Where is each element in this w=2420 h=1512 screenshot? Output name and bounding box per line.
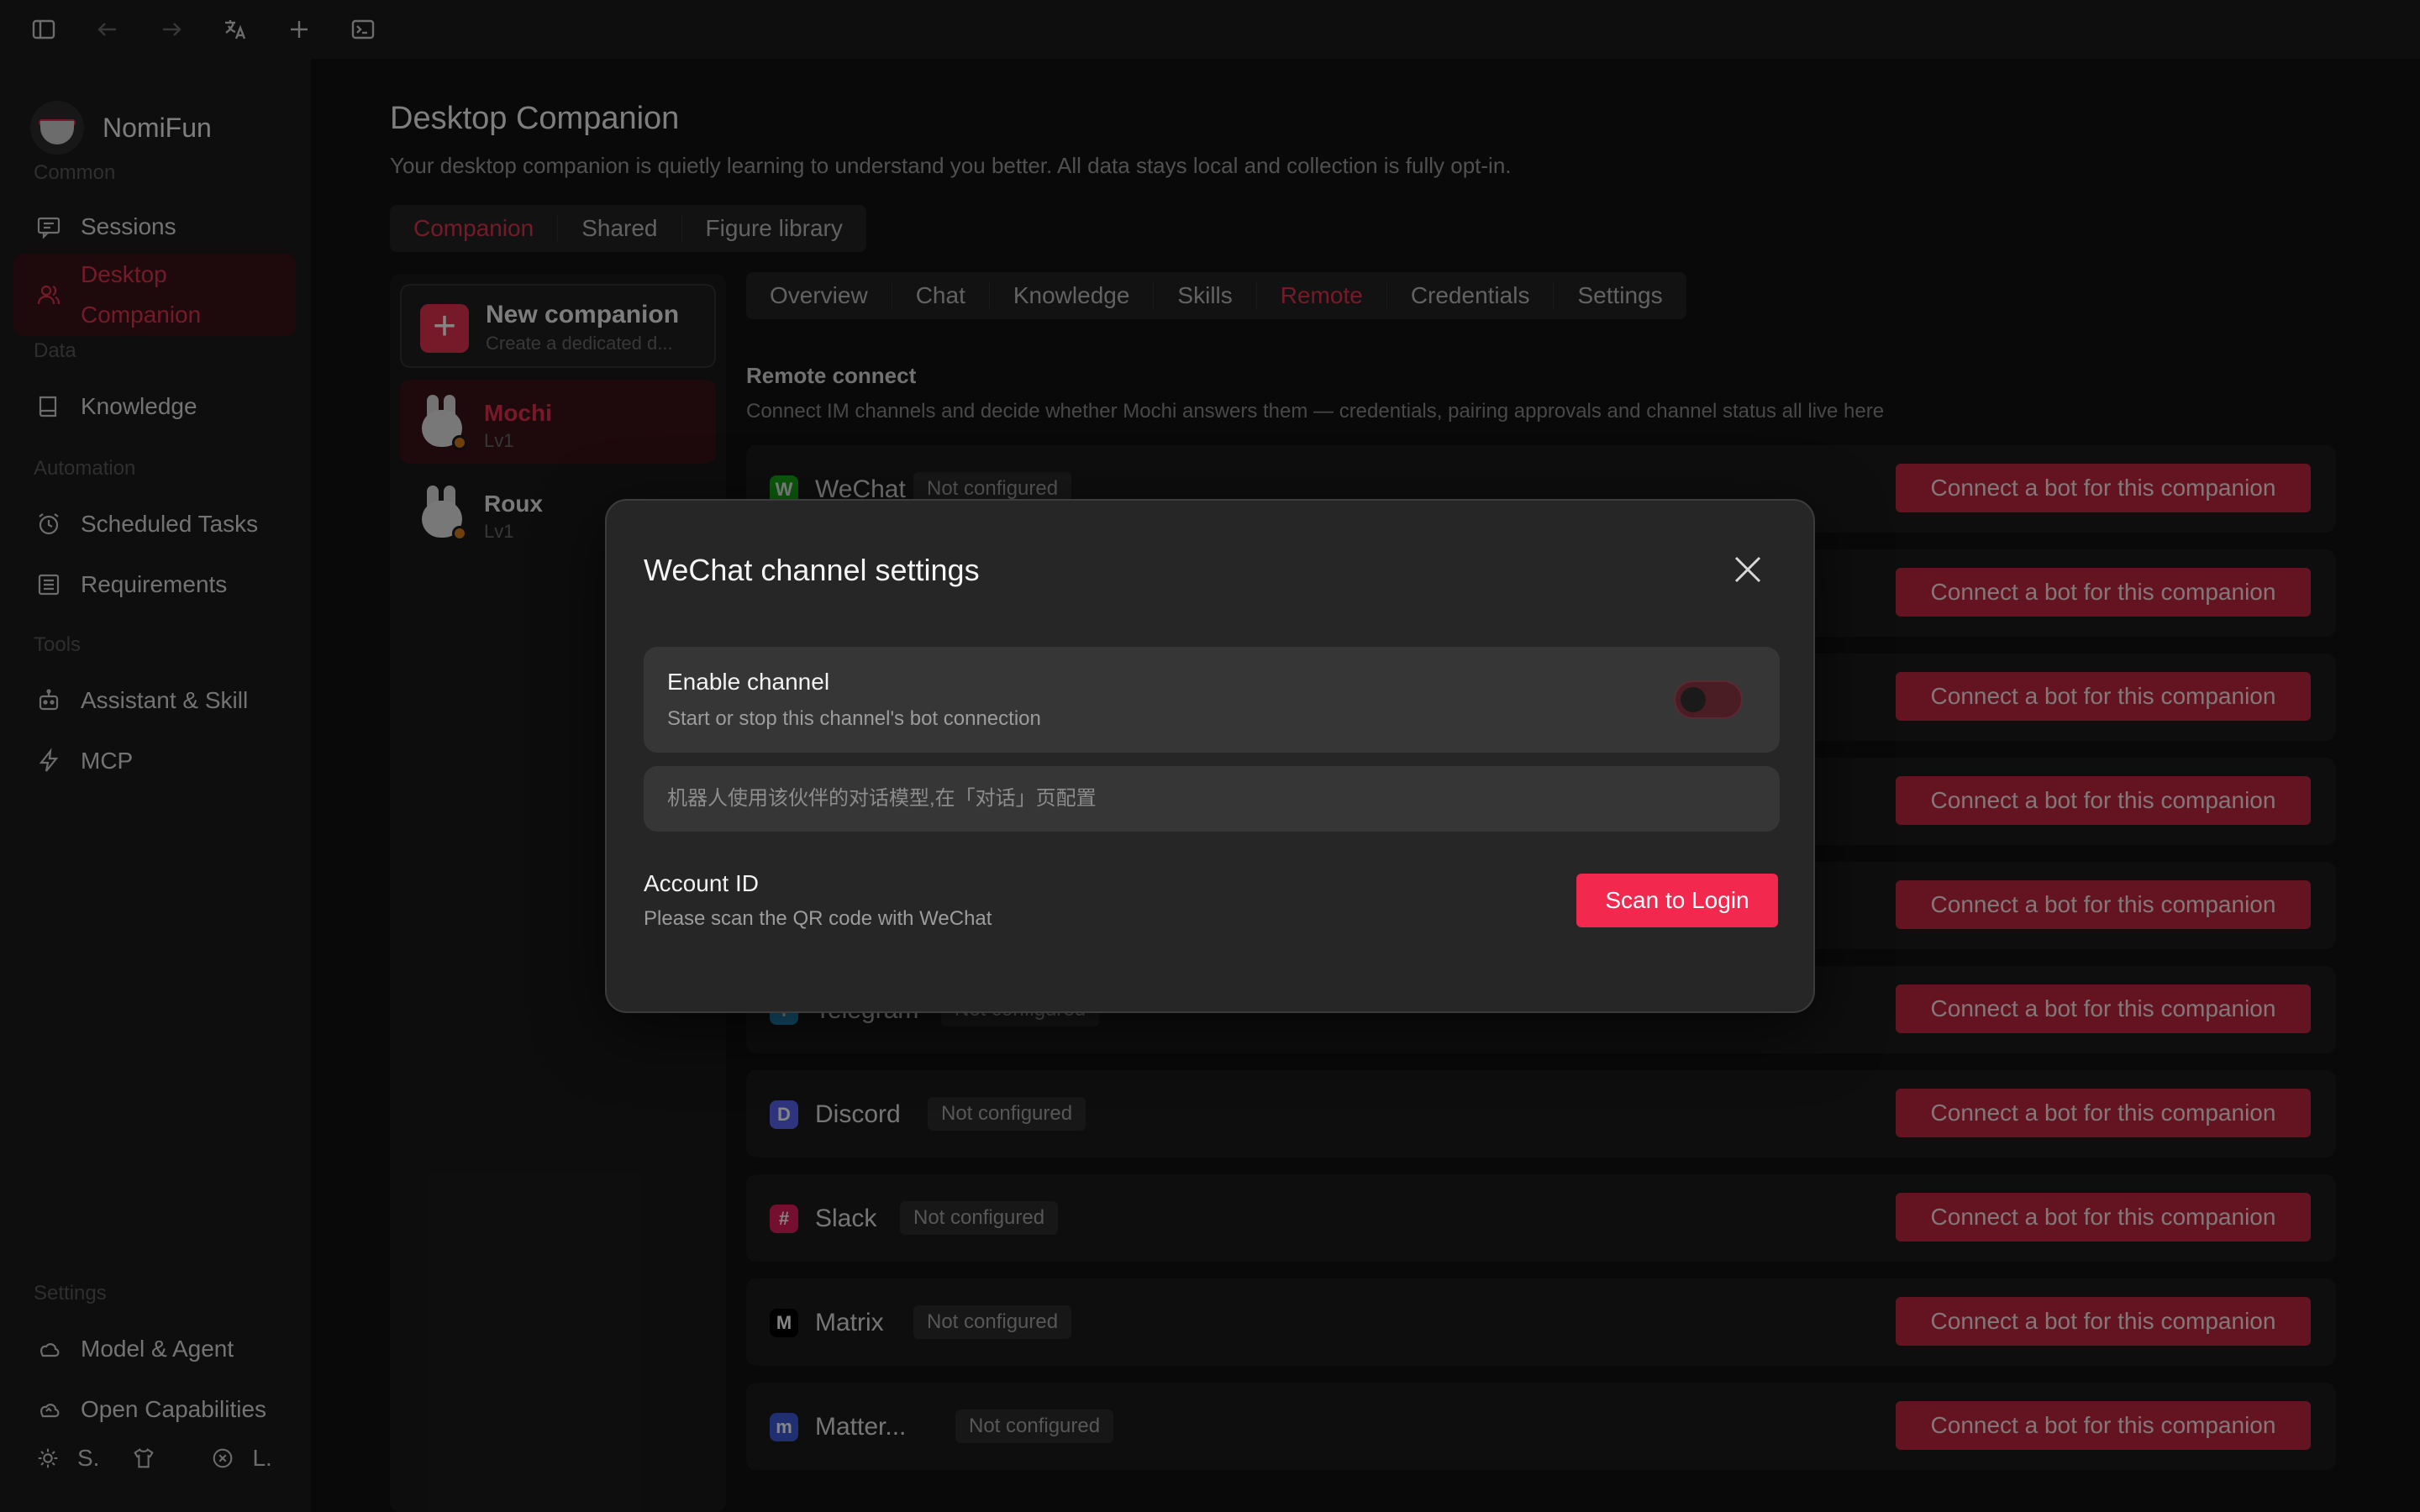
account-id-label: Account ID [644, 870, 759, 896]
account-id-hint: Please scan the QR code with WeChat [644, 907, 992, 930]
model-info-field: 机器人使用该伙伴的对话模型,在「对话」页配置 [644, 766, 1780, 832]
enable-channel-subtitle: Start or stop this channel's bot connect… [667, 707, 1041, 730]
enable-channel-title: Enable channel [667, 669, 830, 695]
close-icon [1734, 556, 1761, 583]
scan-to-login-button[interactable]: Scan to Login [1576, 874, 1778, 927]
dialog-title: WeChat channel settings [644, 553, 980, 587]
enable-channel-card: Enable channel Start or stop this channe… [644, 647, 1780, 753]
close-button[interactable] [1731, 553, 1765, 586]
enable-channel-toggle[interactable] [1674, 680, 1743, 719]
wechat-settings-dialog: WeChat channel settings Enable channel S… [605, 499, 1815, 1013]
